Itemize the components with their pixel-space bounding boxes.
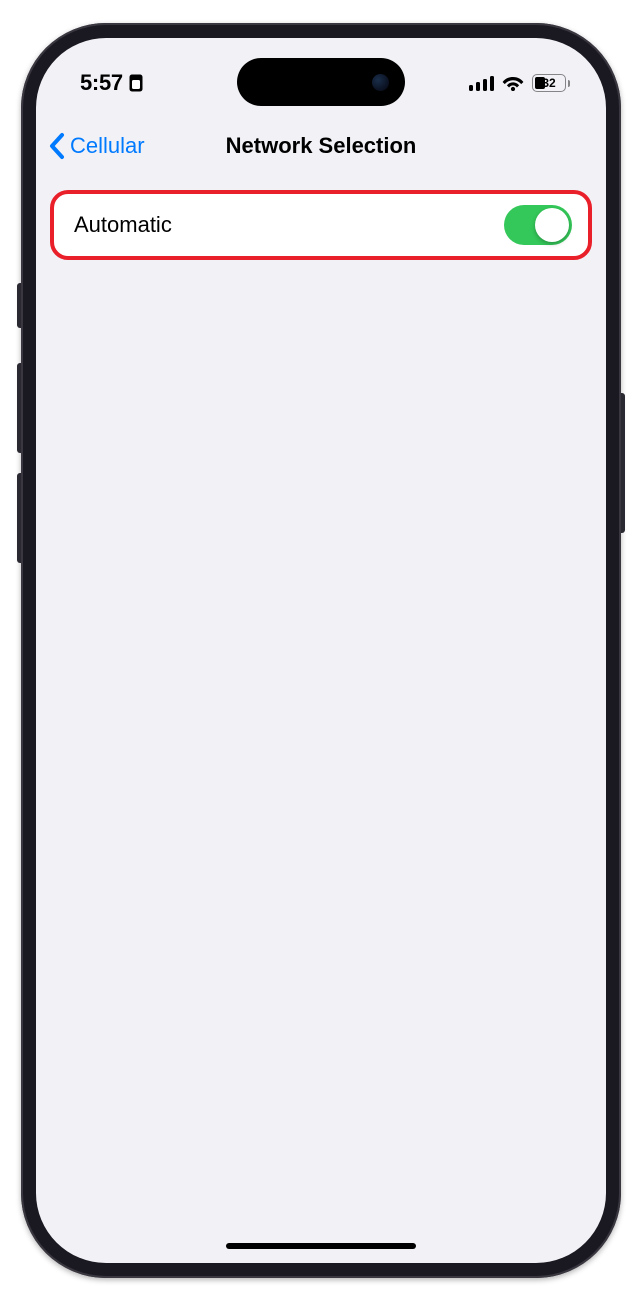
chevron-left-icon [48,132,66,160]
screen: 5:57 [36,38,606,1263]
phone-side-button [621,393,625,533]
content-area: Automatic [36,176,606,274]
back-label: Cellular [70,133,145,159]
automatic-row[interactable]: Automatic [50,190,592,260]
phone-frame: 5:57 [21,23,621,1278]
back-button[interactable]: Cellular [48,132,145,160]
battery-icon: 32 [532,74,570,92]
wifi-icon [502,75,524,91]
toggle-knob [535,208,569,242]
status-right: 32 [469,74,571,92]
status-time: 5:57 [80,70,123,96]
page-title: Network Selection [226,133,417,159]
automatic-label: Automatic [74,212,172,238]
battery-percent: 32 [542,76,555,90]
cellular-signal-icon [469,76,495,91]
automatic-toggle[interactable] [504,205,572,245]
navigation-bar: Cellular Network Selection [36,116,606,176]
dual-sim-icon [129,74,143,92]
dynamic-island [237,58,405,106]
home-indicator[interactable] [226,1243,416,1249]
status-left: 5:57 [80,70,143,96]
front-camera-icon [372,74,389,91]
